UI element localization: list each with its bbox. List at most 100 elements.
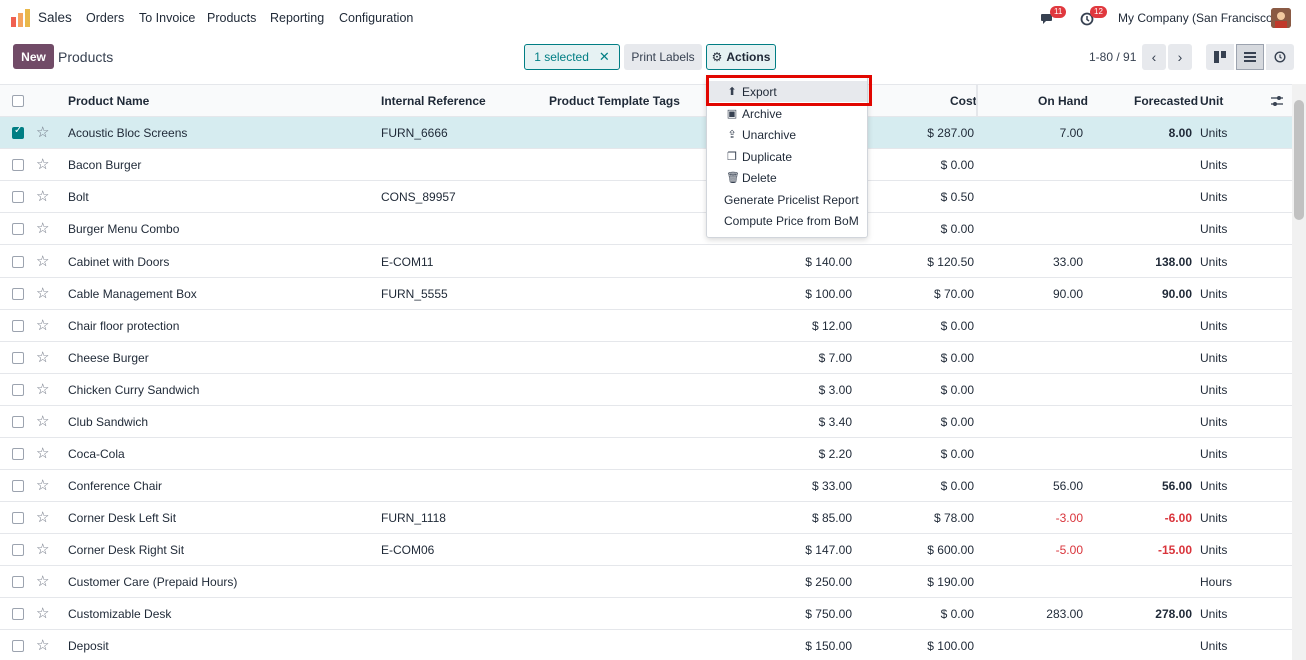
menu-to-invoice[interactable]: To Invoice bbox=[139, 11, 195, 25]
favorite-star-icon[interactable]: ☆ bbox=[36, 284, 49, 302]
table-row[interactable]: ☆ Customer Care (Prepaid Hours) $ 250.00 $ … bbox=[0, 566, 1292, 598]
pager-next-button[interactable]: › bbox=[1168, 44, 1192, 70]
table-row[interactable]: ☆ Customizable Desk $ 750.00 $ 0.00 283.00 27… bbox=[0, 598, 1292, 630]
row-checkbox[interactable] bbox=[12, 191, 24, 203]
company-switcher[interactable]: My Company (San Francisco) bbox=[1118, 11, 1277, 25]
menu-reporting[interactable]: Reporting bbox=[270, 11, 324, 25]
header-forecasted[interactable]: Forecasted bbox=[1134, 94, 1198, 108]
row-checkbox[interactable] bbox=[12, 125, 24, 139]
favorite-star-icon[interactable]: ☆ bbox=[36, 604, 49, 622]
row-checkbox[interactable] bbox=[12, 159, 24, 171]
list-view-button[interactable] bbox=[1236, 44, 1264, 70]
favorite-star-icon[interactable]: ☆ bbox=[36, 187, 49, 205]
favorite-star-icon[interactable]: ☆ bbox=[36, 412, 49, 430]
row-checkbox[interactable] bbox=[12, 352, 24, 364]
row-checkbox[interactable] bbox=[12, 384, 24, 396]
cell-on-hand: 283.00 bbox=[1046, 607, 1083, 621]
messages-button[interactable]: 11 bbox=[1040, 6, 1067, 28]
trash-icon: 🗑 bbox=[726, 172, 740, 184]
row-checkbox[interactable] bbox=[12, 288, 24, 300]
menu-item-archive[interactable]: ▣ Archive bbox=[707, 103, 867, 124]
pager-previous-button[interactable]: ‹ bbox=[1142, 44, 1166, 70]
row-checkbox[interactable] bbox=[12, 608, 24, 620]
favorite-star-icon[interactable]: ☆ bbox=[36, 155, 49, 173]
table-row[interactable]: ☆ Bolt CONS_89957 $ 0.50 Units bbox=[0, 181, 1292, 213]
cell-sales-price: $ 3.40 bbox=[818, 415, 852, 429]
favorite-star-icon[interactable]: ☆ bbox=[36, 476, 49, 494]
row-checkbox[interactable] bbox=[12, 320, 24, 332]
print-labels-button[interactable]: Print Labels bbox=[624, 44, 702, 70]
table-row[interactable]: ☆ Burger Menu Combo $ 0.00 Units bbox=[0, 213, 1292, 245]
table-row[interactable]: ☆ Chicken Curry Sandwich $ 3.00 $ 0.00 Units bbox=[0, 374, 1292, 406]
table-row[interactable]: ☆ Coca-Cola $ 2.20 $ 0.00 Units bbox=[0, 438, 1292, 470]
header-cost[interactable]: Cost bbox=[950, 94, 977, 108]
favorite-star-icon[interactable]: ☆ bbox=[36, 444, 49, 462]
table-row[interactable]: ☆ Club Sandwich $ 3.40 $ 0.00 Units bbox=[0, 406, 1292, 438]
cell-product-name: Bacon Burger bbox=[68, 158, 142, 172]
menu-item-delete[interactable]: 🗑 Delete bbox=[707, 167, 867, 188]
favorite-star-icon[interactable]: ☆ bbox=[36, 540, 49, 558]
row-checkbox[interactable] bbox=[12, 256, 24, 268]
optional-columns-icon[interactable] bbox=[1271, 95, 1283, 107]
cell-product-name: Conference Chair bbox=[68, 479, 163, 493]
header-product-template-tags[interactable]: Product Template Tags bbox=[549, 94, 680, 108]
menu-configuration[interactable]: Configuration bbox=[339, 11, 413, 25]
favorite-star-icon[interactable]: ☆ bbox=[36, 380, 49, 398]
row-checkbox[interactable] bbox=[12, 416, 24, 428]
table-row[interactable]: ☆ Cabinet with Doors E-COM11 $ 140.00 $ 120.… bbox=[0, 246, 1292, 278]
select-all-checkbox[interactable] bbox=[12, 95, 24, 107]
favorite-star-icon[interactable]: ☆ bbox=[36, 219, 49, 237]
pager-value[interactable]: 1-80 / 91 bbox=[1089, 50, 1136, 64]
row-checkbox[interactable] bbox=[12, 480, 24, 492]
table-row[interactable]: ☆ Cable Management Box FURN_5555 $ 100.00 $ … bbox=[0, 278, 1292, 310]
menu-item-unarchive[interactable]: ⇪ Unarchive bbox=[707, 124, 867, 145]
cell-sales-price: $ 140.00 bbox=[805, 255, 852, 269]
actions-button[interactable]: ⚙ Actions bbox=[706, 44, 776, 70]
cell-cost: $ 100.00 bbox=[927, 639, 974, 653]
table-row[interactable]: ☆ Corner Desk Right Sit E-COM06 $ 147.00 $ 6… bbox=[0, 534, 1292, 566]
cell-product-name: Coca-Cola bbox=[68, 447, 125, 461]
header-product-name[interactable]: Product Name bbox=[68, 94, 149, 108]
table-row[interactable]: ☆ Conference Chair $ 33.00 $ 0.00 56.00 56.00… bbox=[0, 470, 1292, 502]
table-row[interactable]: ☆ Bacon Burger $ 0.00 Units bbox=[0, 149, 1292, 181]
favorite-star-icon[interactable]: ☆ bbox=[36, 252, 49, 270]
table-row[interactable]: ☆ Deposit $ 150.00 $ 100.00 Units bbox=[0, 630, 1292, 660]
menu-products[interactable]: Products bbox=[207, 11, 256, 25]
row-checkbox[interactable] bbox=[12, 223, 24, 235]
sales-app-icon[interactable] bbox=[11, 9, 31, 27]
menu-item-duplicate[interactable]: ❐ Duplicate bbox=[707, 146, 867, 167]
table-row[interactable]: ☆ Chair floor protection $ 12.00 $ 0.00 Unit… bbox=[0, 310, 1292, 342]
cell-forecasted: 56.00 bbox=[1161, 479, 1192, 493]
menu-item-compute-price-from-bom[interactable]: Compute Price from BoM bbox=[707, 210, 867, 231]
row-checkbox[interactable] bbox=[12, 512, 24, 524]
cell-on-hand: -5.00 bbox=[1055, 543, 1083, 557]
favorite-star-icon[interactable]: ☆ bbox=[36, 123, 49, 141]
row-checkbox[interactable] bbox=[12, 544, 24, 556]
favorite-star-icon[interactable]: ☆ bbox=[36, 636, 49, 654]
header-unit[interactable]: Unit bbox=[1200, 94, 1223, 108]
app-name[interactable]: Sales bbox=[38, 10, 72, 25]
clear-selection-icon[interactable]: ✕ bbox=[599, 49, 610, 65]
scrollbar-thumb[interactable] bbox=[1294, 100, 1304, 220]
new-button[interactable]: New bbox=[13, 44, 54, 69]
user-avatar[interactable] bbox=[1271, 8, 1291, 28]
table-row[interactable]: ☆ Cheese Burger $ 7.00 $ 0.00 Units bbox=[0, 342, 1292, 374]
row-checkbox[interactable] bbox=[12, 640, 24, 652]
row-checkbox[interactable] bbox=[12, 448, 24, 460]
favorite-star-icon[interactable]: ☆ bbox=[36, 348, 49, 366]
header-internal-reference[interactable]: Internal Reference bbox=[381, 94, 486, 108]
table-row[interactable]: ☆ Corner Desk Left Sit FURN_1118 $ 85.00 $ 7… bbox=[0, 502, 1292, 534]
favorite-star-icon[interactable]: ☆ bbox=[36, 508, 49, 526]
table-row[interactable]: ☆ Acoustic Bloc Screens FURN_6666 $ 287.00 7… bbox=[0, 117, 1292, 149]
menu-item-generate-pricelist-report[interactable]: Generate Pricelist Report bbox=[707, 189, 867, 210]
menu-orders[interactable]: Orders bbox=[86, 11, 124, 25]
cell-on-hand: -3.00 bbox=[1055, 511, 1083, 525]
favorite-star-icon[interactable]: ☆ bbox=[36, 316, 49, 334]
activity-view-button[interactable] bbox=[1266, 44, 1294, 70]
row-checkbox[interactable] bbox=[12, 576, 24, 588]
activities-button[interactable]: 12 bbox=[1080, 6, 1107, 28]
favorite-star-icon[interactable]: ☆ bbox=[36, 572, 49, 590]
kanban-view-button[interactable] bbox=[1206, 44, 1234, 70]
header-on-hand[interactable]: On Hand bbox=[1038, 94, 1088, 108]
column-resize-handle[interactable] bbox=[976, 85, 978, 117]
